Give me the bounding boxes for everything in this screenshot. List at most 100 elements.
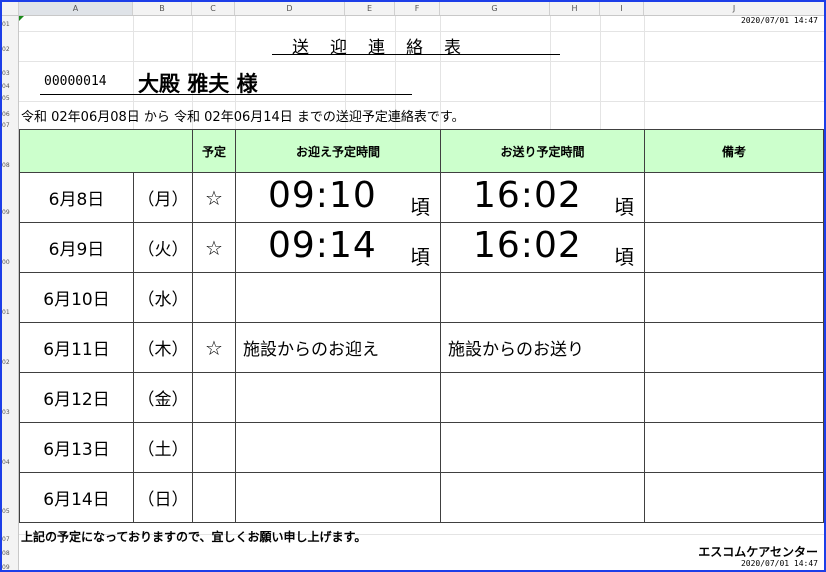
weekday-cell[interactable]: （水） [133, 272, 193, 323]
row-header[interactable]: 07 [2, 122, 18, 129]
row-header[interactable]: 03 [2, 409, 18, 416]
table-row: 6月14日 （日） [19, 472, 824, 523]
dropoff-time: 16:02 [473, 225, 582, 266]
scheduled-star[interactable]: ☆ [192, 172, 236, 223]
weekday-cell[interactable]: （木） [133, 322, 193, 373]
remarks-cell[interactable] [644, 422, 824, 473]
scheduled-star[interactable]: ☆ [192, 322, 236, 373]
dropoff-time: 16:02 [473, 175, 582, 216]
row-header[interactable]: 03 [2, 70, 18, 77]
pickup-cell[interactable] [235, 272, 441, 323]
gridline [19, 101, 824, 102]
dropoff-cell[interactable]: 16:02 頃 [440, 222, 645, 273]
row-header[interactable]: 01 [2, 21, 18, 28]
column-header-c[interactable]: C [192, 2, 235, 15]
column-header-a[interactable]: A [19, 2, 133, 15]
row-header[interactable]: 05 [2, 508, 18, 515]
scheduled-star[interactable] [192, 372, 236, 423]
gridline [644, 16, 645, 129]
weekday-cell[interactable]: （金） [133, 372, 193, 423]
row-header[interactable]: 08 [2, 162, 18, 169]
date-cell[interactable]: 6月13日 [19, 422, 134, 473]
row-header[interactable]: 07 [2, 536, 18, 543]
column-header-j[interactable]: J [644, 2, 824, 15]
pickup-time: 09:14 [268, 225, 377, 266]
dropoff-cell[interactable] [440, 422, 645, 473]
weekday-cell[interactable]: （月） [133, 172, 193, 223]
date-cell[interactable]: 6月11日 [19, 322, 134, 373]
gridline [19, 31, 824, 32]
date-cell[interactable]: 6月14日 [19, 472, 134, 523]
scheduled-star[interactable] [192, 472, 236, 523]
column-header-g[interactable]: G [440, 2, 550, 15]
scheduled-star[interactable]: ☆ [192, 222, 236, 273]
remarks-cell[interactable] [644, 472, 824, 523]
table-row: 6月10日 （水） [19, 272, 824, 323]
dropoff-cell[interactable] [440, 472, 645, 523]
dropoff-cell[interactable]: 施設からのお送り [440, 322, 645, 373]
dropoff-cell[interactable] [440, 272, 645, 323]
row-header[interactable]: 02 [2, 46, 18, 53]
remarks-cell[interactable] [644, 172, 824, 223]
scheduled-star[interactable] [192, 422, 236, 473]
header-remarks: 備考 [644, 129, 824, 173]
gridline [550, 16, 551, 129]
select-all-corner[interactable] [2, 2, 19, 15]
dropoff-cell[interactable]: 16:02 頃 [440, 172, 645, 223]
weekday-cell[interactable]: （日） [133, 472, 193, 523]
table-row: 6月11日 （木） ☆ 施設からのお迎え 施設からのお送り [19, 322, 824, 373]
period-text: 令和 02年06月08日 から 令和 02年06月14日 までの送迎予定連絡表で… [21, 110, 465, 125]
column-header-e[interactable]: E [345, 2, 395, 15]
remarks-cell[interactable] [644, 372, 824, 423]
column-header-h[interactable]: H [550, 2, 600, 15]
date-cell[interactable]: 6月12日 [19, 372, 134, 423]
row-header[interactable]: 04 [2, 83, 18, 90]
row-header[interactable]: 09 [2, 564, 18, 570]
header-dropoff: お送り予定時間 [440, 129, 645, 173]
table-row: 6月13日 （土） [19, 422, 824, 473]
date-cell[interactable]: 6月10日 [19, 272, 134, 323]
row-header[interactable]: 08 [2, 550, 18, 557]
pickup-cell[interactable]: 施設からのお迎え [235, 322, 441, 373]
remarks-cell[interactable] [644, 322, 824, 373]
weekday-cell[interactable]: （火） [133, 222, 193, 273]
row-header[interactable]: 06 [2, 111, 18, 118]
row-header[interactable]: 01 [2, 309, 18, 316]
pickup-approx: 頃 [410, 245, 430, 269]
pickup-cell[interactable]: 09:10 頃 [235, 172, 441, 223]
active-cell-marker [19, 16, 24, 21]
date-cell[interactable]: 6月8日 [19, 172, 134, 223]
row-header[interactable]: 00 [2, 259, 18, 266]
pickup-cell[interactable] [235, 422, 441, 473]
pickup-cell[interactable] [235, 372, 441, 423]
table-row: 6月9日 （火） ☆ 09:14 頃 16:02 頃 [19, 222, 824, 273]
table-row: 6月12日 （金） [19, 372, 824, 423]
pickup-cell[interactable] [235, 472, 441, 523]
row-header[interactable]: 04 [2, 459, 18, 466]
dropoff-cell[interactable] [440, 372, 645, 423]
scheduled-star[interactable] [192, 272, 236, 323]
column-header-d[interactable]: D [235, 2, 345, 15]
pickup-cell[interactable]: 09:14 頃 [235, 222, 441, 273]
pickup-approx: 頃 [410, 195, 430, 219]
gridline [19, 61, 824, 62]
date-cell[interactable]: 6月9日 [19, 222, 134, 273]
remarks-cell[interactable] [644, 222, 824, 273]
header-scheduled: 予定 [192, 129, 236, 173]
table-header-row: 予定 お迎え予定時間 お送り予定時間 備考 [19, 129, 824, 173]
spreadsheet-window: A B C D E F G H I J 01 02 03 04 05 06 07… [0, 0, 826, 572]
gridline [600, 16, 601, 129]
header-pickup: お迎え予定時間 [235, 129, 441, 173]
company-name: エスコムケアセンター [698, 545, 818, 559]
row-header[interactable]: 05 [2, 95, 18, 102]
column-header-f[interactable]: F [395, 2, 440, 15]
column-header-b[interactable]: B [133, 2, 192, 15]
dropoff-approx: 頃 [614, 195, 634, 219]
row-header[interactable]: 09 [2, 209, 18, 216]
column-header-bar: A B C D E F G H I J [2, 2, 824, 16]
remarks-cell[interactable] [644, 272, 824, 323]
row-header[interactable]: 02 [2, 359, 18, 366]
pickup-time: 09:10 [268, 175, 377, 216]
weekday-cell[interactable]: （土） [133, 422, 193, 473]
column-header-i[interactable]: I [600, 2, 644, 15]
